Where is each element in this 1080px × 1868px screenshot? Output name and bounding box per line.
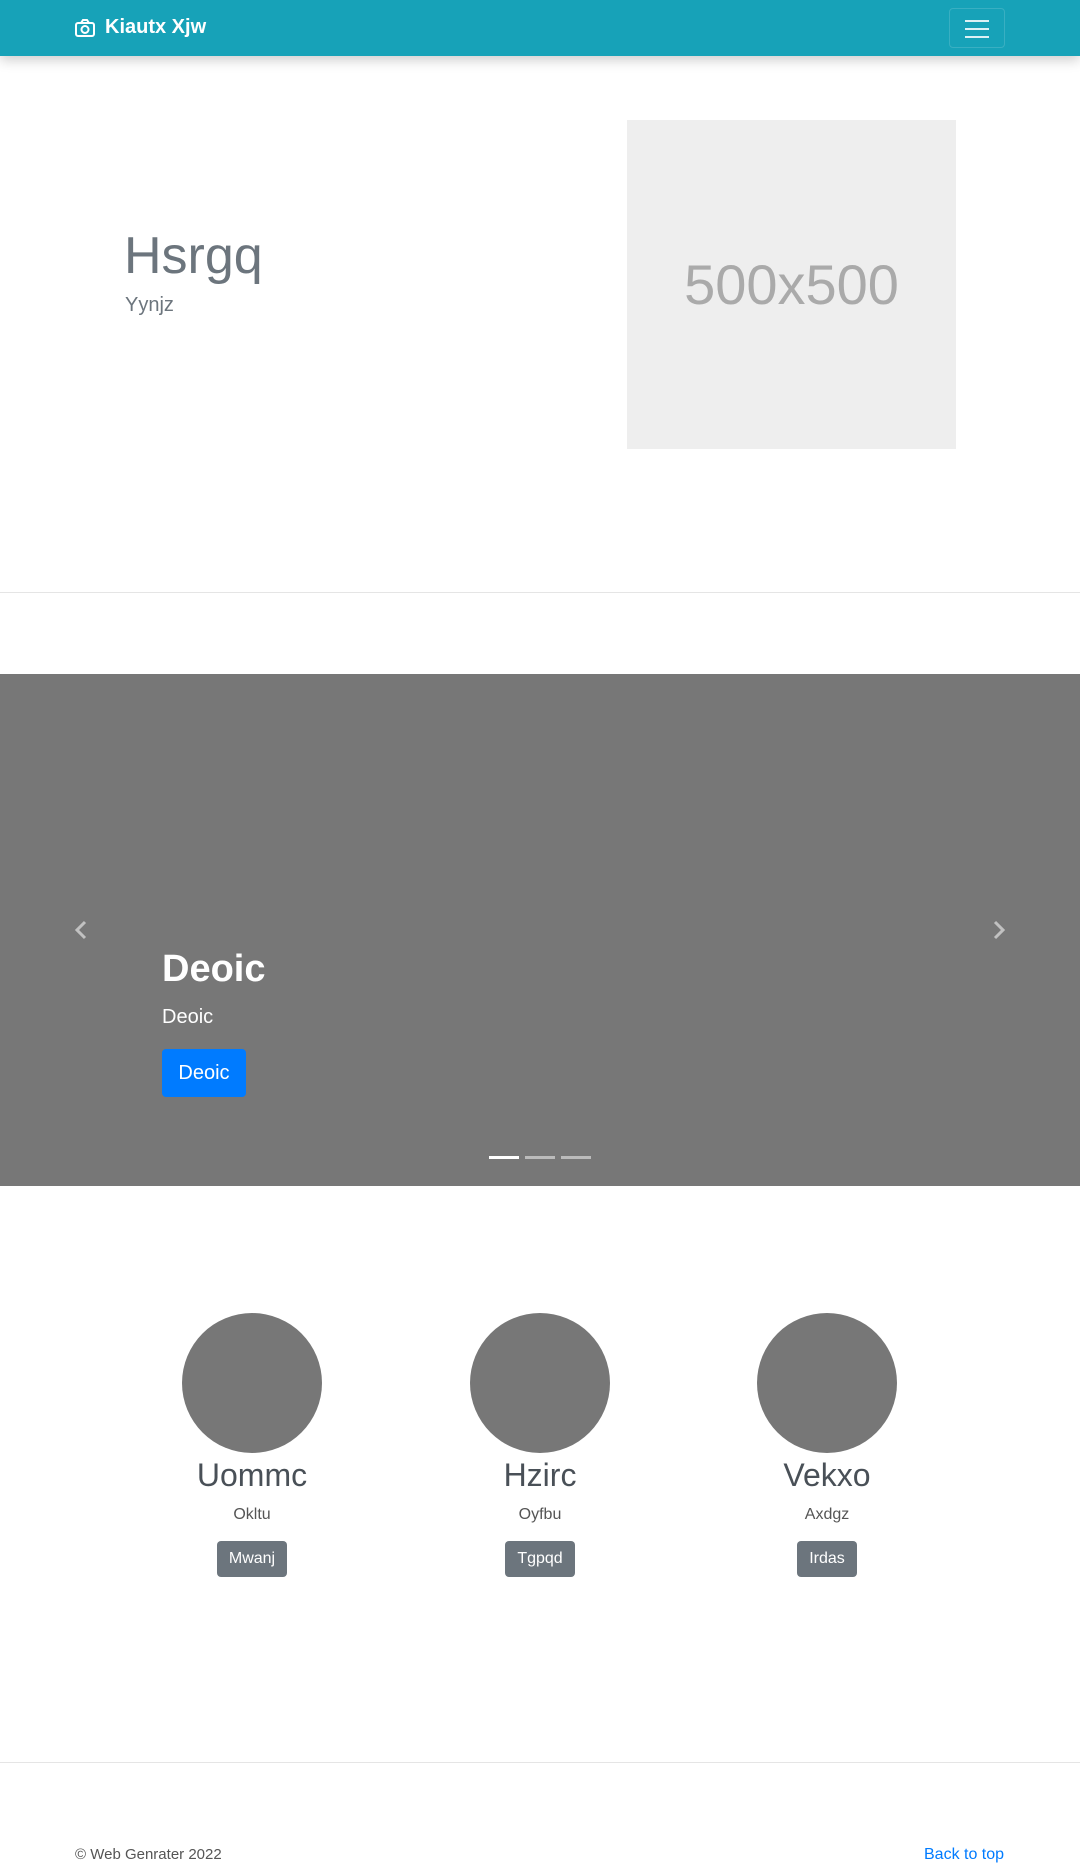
feature-column: Hzirc Oyfbu Tgpqd [440,1313,640,1577]
camera-icon [75,18,95,37]
feature-description: Okltu [233,1506,271,1523]
feature-avatar [470,1313,610,1453]
back-to-top-link[interactable]: Back to top [924,1846,1004,1864]
carousel-caption-text: Deoic [162,1006,214,1028]
chevron-right-icon [993,920,1006,940]
carousel-indicator[interactable] [561,1156,591,1159]
brand-name: Kiautx Xjw [105,16,207,38]
navbar-toggler-button[interactable] [949,8,1005,48]
feature-button[interactable]: Tgpqd [505,1541,575,1577]
carousel-prev-button[interactable] [66,912,96,948]
navbar: Kiautx Xjw [0,0,1080,56]
footer-copyright: © Web Genrater 2022 [75,1846,222,1863]
feature-name: Vekxo [783,1457,871,1493]
hero-subtitle: Yynjz [125,294,174,316]
carousel: Deoic Deoic Deoic [0,674,1080,1186]
carousel-indicators [489,1156,591,1159]
feature-button[interactable]: Mwanj [216,1541,288,1577]
feature-name: Hzirc [503,1457,577,1493]
hero-title: Hsrgq [124,227,263,285]
feature-column: Vekxo Axdgz Irdas [727,1313,927,1577]
section-divider [0,592,1080,593]
carousel-next-button[interactable] [984,912,1014,948]
hamburger-icon [965,20,989,22]
feature-avatar [182,1313,322,1453]
feature-description: Oyfbu [518,1506,562,1523]
carousel-caption-title: Deoic [162,948,266,990]
feature-button[interactable]: Irdas [797,1541,857,1577]
feature-name: Uommc [196,1457,308,1493]
carousel-indicator[interactable] [525,1156,555,1159]
chevron-left-icon [74,920,87,940]
feature-description: Axdgz [804,1506,850,1523]
brand-link[interactable]: Kiautx Xjw [75,16,206,39]
carousel-caption-button[interactable]: Deoic [162,1049,246,1097]
carousel-indicator[interactable] [489,1156,519,1159]
section-divider [0,1762,1080,1763]
feature-column: Uommc Okltu Mwanj [152,1313,352,1577]
hero-image-placeholder: 500x500 [627,120,956,449]
feature-avatar [757,1313,897,1453]
